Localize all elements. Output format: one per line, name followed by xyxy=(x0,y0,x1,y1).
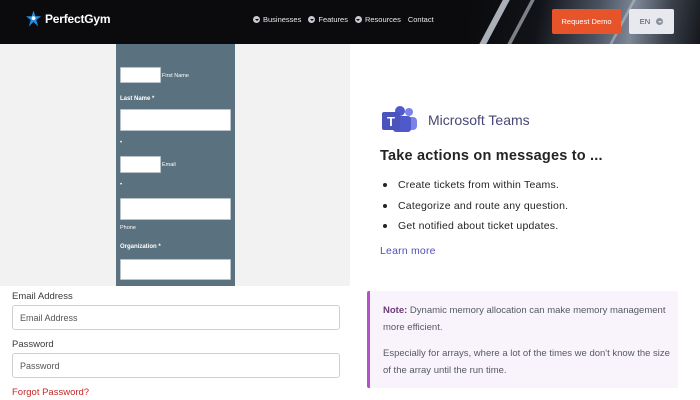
list-item: Create tickets from within Teams. xyxy=(380,175,568,196)
organization-field[interactable] xyxy=(120,259,231,280)
note-label: Note: xyxy=(383,305,408,316)
email-address-input[interactable] xyxy=(12,305,340,330)
email-address-label: Email Address xyxy=(12,291,73,302)
note-text: Dynamic memory allocation can make memor… xyxy=(383,305,666,333)
chevron-down-icon xyxy=(308,16,316,23)
request-demo-button[interactable]: Request Demo xyxy=(552,9,621,34)
svg-text:T: T xyxy=(387,114,395,129)
last-name-field[interactable] xyxy=(120,109,231,131)
field-marker: • xyxy=(120,140,123,146)
nav-item-businesses[interactable]: Businesses xyxy=(253,15,301,24)
chevron-down-icon xyxy=(354,16,362,23)
learn-more-link[interactable]: Learn more xyxy=(380,245,436,257)
note-paragraph-2: Especially for arrays, where a lot of th… xyxy=(383,348,670,376)
last-name-label: Last Name * xyxy=(120,96,155,102)
password-label: Password xyxy=(12,339,54,350)
brand-name: PerfectGym xyxy=(45,12,111,26)
nav-item-label: Contact xyxy=(407,15,434,24)
bullet-icon xyxy=(383,224,387,229)
microsoft-teams-card: T Microsoft Teams Take actions on messag… xyxy=(350,44,700,286)
forgot-password-link[interactable]: Forgot Password? xyxy=(12,387,89,398)
nav-item-label: Features xyxy=(318,15,348,24)
microsoft-teams-icon: T xyxy=(382,106,417,132)
field-marker: • xyxy=(120,182,123,188)
perfectgym-star-icon xyxy=(26,10,41,27)
phone-label: Phone xyxy=(120,225,136,231)
note-paragraph: Note: Dynamic memory allocation can make… xyxy=(383,302,678,336)
list-item: Categorize and route any question. xyxy=(380,196,568,217)
login-form: Email Address Password Forgot Password? xyxy=(0,286,350,400)
first-name-field[interactable] xyxy=(120,67,161,83)
nav-item-label: Businesses xyxy=(263,15,302,24)
bullet-icon xyxy=(383,183,387,188)
brand-logo[interactable]: PerfectGym xyxy=(26,10,111,28)
teams-feature-list: Create tickets from within Teams. Catego… xyxy=(380,175,568,237)
nav-item-resources[interactable]: Resources xyxy=(354,15,401,24)
nav-item-contact[interactable]: Contact xyxy=(408,15,434,24)
note-callout: Note: Dynamic memory allocation can make… xyxy=(367,291,678,388)
language-label: EN xyxy=(639,17,651,26)
list-item: Get notified about ticket updates. xyxy=(380,216,568,237)
list-item-text: Get notified about ticket updates. xyxy=(398,220,559,233)
signup-form-panel: First Name Last Name * • Email • Phone O… xyxy=(116,44,235,286)
organization-label: Organization * xyxy=(120,244,161,250)
main-nav: Businesses Features Resources Contact xyxy=(253,15,434,24)
password-input[interactable] xyxy=(12,353,340,378)
top-nav-bar: PerfectGym Businesses Features Resources… xyxy=(0,0,700,44)
teams-app-name: Microsoft Teams xyxy=(428,112,530,128)
chevron-down-icon xyxy=(656,18,664,25)
teams-heading: Take actions on messages to ... xyxy=(380,148,603,164)
phone-field[interactable] xyxy=(120,198,231,220)
list-item-text: Categorize and route any question. xyxy=(398,199,569,212)
list-item-text: Create tickets from within Teams. xyxy=(398,179,560,192)
email-label: Email xyxy=(162,162,176,168)
language-selector[interactable]: EN xyxy=(629,9,674,34)
nav-item-label: Resources xyxy=(364,15,401,24)
note-area: Note: Dynamic memory allocation can make… xyxy=(350,286,700,400)
email-field[interactable] xyxy=(120,156,161,173)
chevron-down-icon xyxy=(253,16,260,23)
nav-item-features[interactable]: Features xyxy=(308,15,348,24)
first-name-label: First Name xyxy=(162,73,189,79)
bullet-icon xyxy=(383,203,387,208)
